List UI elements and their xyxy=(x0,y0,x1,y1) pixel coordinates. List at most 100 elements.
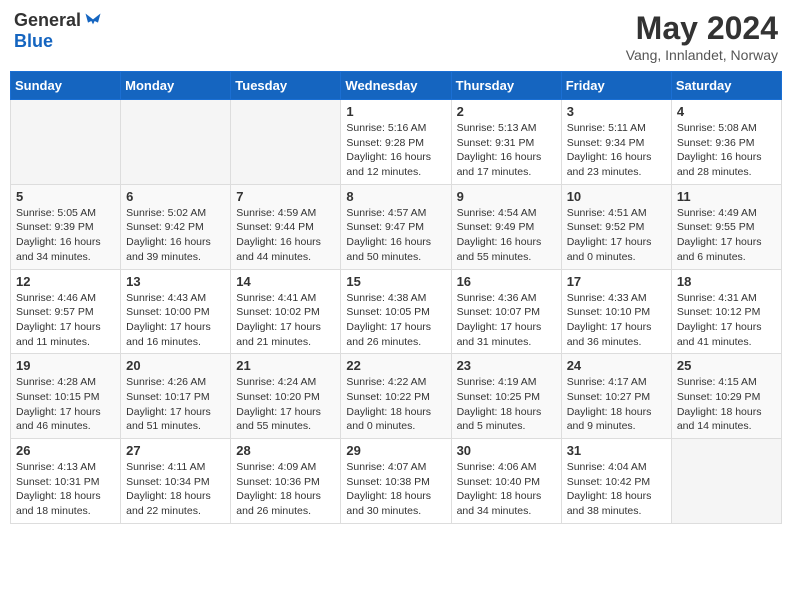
calendar-cell xyxy=(231,100,341,185)
calendar-cell: 15 Sunrise: 4:38 AM Sunset: 10:05 PM Dayl… xyxy=(341,269,451,354)
calendar-week-row: 1Sunrise: 5:16 AM Sunset: 9:28 PM Daylig… xyxy=(11,100,782,185)
day-number: 25 xyxy=(677,358,776,373)
day-info: Sunrise: 4:38 AM Sunset: 10:05 PM Daylig… xyxy=(346,291,445,350)
day-number: 11 xyxy=(677,189,776,204)
day-info: Sunrise: 4:26 AM Sunset: 10:17 PM Daylig… xyxy=(126,375,225,434)
day-info: Sunrise: 5:11 AM Sunset: 9:34 PM Dayligh… xyxy=(567,121,666,180)
day-number: 18 xyxy=(677,274,776,289)
calendar-cell: 24 Sunrise: 4:17 AM Sunset: 10:27 PM Dayl… xyxy=(561,354,671,439)
day-number: 30 xyxy=(457,443,556,458)
logo-general-text: General xyxy=(14,10,81,31)
calendar-cell: 25 Sunrise: 4:15 AM Sunset: 10:29 PM Dayl… xyxy=(671,354,781,439)
weekday-header-wednesday: Wednesday xyxy=(341,72,451,100)
weekday-header-friday: Friday xyxy=(561,72,671,100)
day-number: 29 xyxy=(346,443,445,458)
calendar-cell: 31Sunrise: 4:04 AM Sunset: 10:42 PM Dayl… xyxy=(561,439,671,524)
day-number: 14 xyxy=(236,274,335,289)
day-info: Sunrise: 4:13 AM Sunset: 10:31 PM Daylig… xyxy=(16,460,115,519)
day-info: Sunrise: 4:09 AM Sunset: 10:36 PM Daylig… xyxy=(236,460,335,519)
calendar-cell xyxy=(121,100,231,185)
day-number: 13 xyxy=(126,274,225,289)
day-number: 27 xyxy=(126,443,225,458)
calendar-cell: 12Sunrise: 4:46 AM Sunset: 9:57 PM Dayli… xyxy=(11,269,121,354)
calendar-week-row: 12Sunrise: 4:46 AM Sunset: 9:57 PM Dayli… xyxy=(11,269,782,354)
calendar-cell: 27 Sunrise: 4:11 AM Sunset: 10:34 PM Dayl… xyxy=(121,439,231,524)
day-info: Sunrise: 5:08 AM Sunset: 9:36 PM Dayligh… xyxy=(677,121,776,180)
calendar-table: SundayMondayTuesdayWednesdayThursdayFrid… xyxy=(10,71,782,524)
calendar-cell: 23Sunrise: 4:19 AM Sunset: 10:25 PM Dayl… xyxy=(451,354,561,439)
day-info: Sunrise: 4:15 AM Sunset: 10:29 PM Daylig… xyxy=(677,375,776,434)
day-info: Sunrise: 4:06 AM Sunset: 10:40 PM Daylig… xyxy=(457,460,556,519)
calendar-cell: 1Sunrise: 5:16 AM Sunset: 9:28 PM Daylig… xyxy=(341,100,451,185)
calendar-cell: 28Sunrise: 4:09 AM Sunset: 10:36 PM Dayl… xyxy=(231,439,341,524)
day-info: Sunrise: 5:02 AM Sunset: 9:42 PM Dayligh… xyxy=(126,206,225,265)
calendar-cell: 4 Sunrise: 5:08 AM Sunset: 9:36 PM Daylig… xyxy=(671,100,781,185)
logo-bird-icon xyxy=(83,11,103,31)
day-number: 21 xyxy=(236,358,335,373)
calendar-cell: 22Sunrise: 4:22 AM Sunset: 10:22 PM Dayl… xyxy=(341,354,451,439)
day-info: Sunrise: 4:07 AM Sunset: 10:38 PM Daylig… xyxy=(346,460,445,519)
weekday-header-sunday: Sunday xyxy=(11,72,121,100)
calendar-cell: 7 Sunrise: 4:59 AM Sunset: 9:44 PM Daylig… xyxy=(231,184,341,269)
day-number: 3 xyxy=(567,104,666,119)
calendar-cell: 2Sunrise: 5:13 AM Sunset: 9:31 PM Daylig… xyxy=(451,100,561,185)
calendar-cell: 13 Sunrise: 4:43 AM Sunset: 10:00 PM Dayl… xyxy=(121,269,231,354)
day-info: Sunrise: 4:24 AM Sunset: 10:20 PM Daylig… xyxy=(236,375,335,434)
day-info: Sunrise: 4:22 AM Sunset: 10:22 PM Daylig… xyxy=(346,375,445,434)
day-info: Sunrise: 4:51 AM Sunset: 9:52 PM Dayligh… xyxy=(567,206,666,265)
calendar-cell: 9 Sunrise: 4:54 AM Sunset: 9:49 PM Daylig… xyxy=(451,184,561,269)
day-number: 15 xyxy=(346,274,445,289)
calendar-cell: 14 Sunrise: 4:41 AM Sunset: 10:02 PM Dayl… xyxy=(231,269,341,354)
calendar-cell: 10 Sunrise: 4:51 AM Sunset: 9:52 PM Dayli… xyxy=(561,184,671,269)
day-number: 24 xyxy=(567,358,666,373)
day-number: 9 xyxy=(457,189,556,204)
calendar-week-row: 19Sunrise: 4:28 AM Sunset: 10:15 PM Dayl… xyxy=(11,354,782,439)
day-info: Sunrise: 4:54 AM Sunset: 9:49 PM Dayligh… xyxy=(457,206,556,265)
day-info: Sunrise: 4:28 AM Sunset: 10:15 PM Daylig… xyxy=(16,375,115,434)
day-number: 7 xyxy=(236,189,335,204)
day-number: 10 xyxy=(567,189,666,204)
day-info: Sunrise: 4:17 AM Sunset: 10:27 PM Daylig… xyxy=(567,375,666,434)
calendar-week-row: 5 Sunrise: 5:05 AM Sunset: 9:39 PM Daylig… xyxy=(11,184,782,269)
weekday-header-monday: Monday xyxy=(121,72,231,100)
month-year-title: May 2024 xyxy=(626,10,778,47)
calendar-cell: 6 Sunrise: 5:02 AM Sunset: 9:42 PM Daylig… xyxy=(121,184,231,269)
day-info: Sunrise: 4:49 AM Sunset: 9:55 PM Dayligh… xyxy=(677,206,776,265)
day-info: Sunrise: 4:33 AM Sunset: 10:10 PM Daylig… xyxy=(567,291,666,350)
day-info: Sunrise: 4:36 AM Sunset: 10:07 PM Daylig… xyxy=(457,291,556,350)
day-number: 6 xyxy=(126,189,225,204)
weekday-header-saturday: Saturday xyxy=(671,72,781,100)
day-number: 31 xyxy=(567,443,666,458)
day-number: 8 xyxy=(346,189,445,204)
location-subtitle: Vang, Innlandet, Norway xyxy=(626,47,778,63)
day-info: Sunrise: 4:19 AM Sunset: 10:25 PM Daylig… xyxy=(457,375,556,434)
calendar-cell: 11 Sunrise: 4:49 AM Sunset: 9:55 PM Dayli… xyxy=(671,184,781,269)
day-info: Sunrise: 4:31 AM Sunset: 10:12 PM Daylig… xyxy=(677,291,776,350)
calendar-cell: 17Sunrise: 4:33 AM Sunset: 10:10 PM Dayl… xyxy=(561,269,671,354)
logo-blue-text: Blue xyxy=(14,31,53,52)
calendar-cell: 19Sunrise: 4:28 AM Sunset: 10:15 PM Dayl… xyxy=(11,354,121,439)
day-info: Sunrise: 4:43 AM Sunset: 10:00 PM Daylig… xyxy=(126,291,225,350)
calendar-cell: 18 Sunrise: 4:31 AM Sunset: 10:12 PM Dayl… xyxy=(671,269,781,354)
calendar-cell: 5 Sunrise: 5:05 AM Sunset: 9:39 PM Daylig… xyxy=(11,184,121,269)
calendar-cell: 16 Sunrise: 4:36 AM Sunset: 10:07 PM Dayl… xyxy=(451,269,561,354)
day-info: Sunrise: 5:05 AM Sunset: 9:39 PM Dayligh… xyxy=(16,206,115,265)
day-info: Sunrise: 4:11 AM Sunset: 10:34 PM Daylig… xyxy=(126,460,225,519)
calendar-cell xyxy=(11,100,121,185)
calendar-week-row: 26Sunrise: 4:13 AM Sunset: 10:31 PM Dayl… xyxy=(11,439,782,524)
weekday-header-row: SundayMondayTuesdayWednesdayThursdayFrid… xyxy=(11,72,782,100)
day-info: Sunrise: 4:41 AM Sunset: 10:02 PM Daylig… xyxy=(236,291,335,350)
calendar-cell: 3 Sunrise: 5:11 AM Sunset: 9:34 PM Daylig… xyxy=(561,100,671,185)
calendar-cell xyxy=(671,439,781,524)
day-number: 16 xyxy=(457,274,556,289)
day-number: 4 xyxy=(677,104,776,119)
day-number: 20 xyxy=(126,358,225,373)
day-number: 2 xyxy=(457,104,556,119)
day-number: 5 xyxy=(16,189,115,204)
day-info: Sunrise: 4:59 AM Sunset: 9:44 PM Dayligh… xyxy=(236,206,335,265)
weekday-header-tuesday: Tuesday xyxy=(231,72,341,100)
day-number: 1 xyxy=(346,104,445,119)
day-number: 12 xyxy=(16,274,115,289)
logo: General Blue xyxy=(14,10,103,52)
calendar-cell: 29 Sunrise: 4:07 AM Sunset: 10:38 PM Dayl… xyxy=(341,439,451,524)
